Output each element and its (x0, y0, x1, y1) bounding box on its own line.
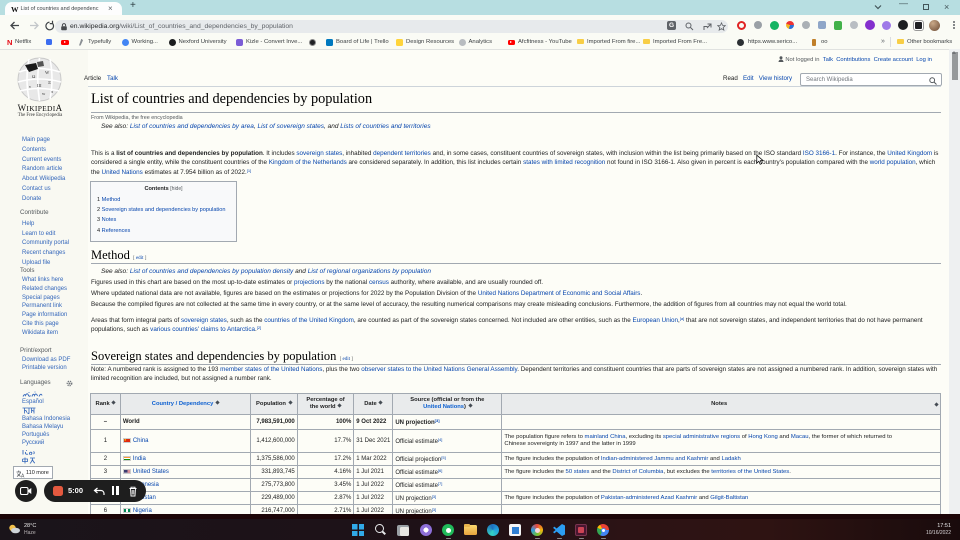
svg-text:Ξ: Ξ (48, 80, 51, 85)
svg-text:э: э (51, 89, 53, 94)
svg-text:A: A (21, 473, 25, 478)
svg-text:ν: ν (29, 84, 31, 89)
svg-text:Ш: Ш (37, 83, 42, 88)
svg-text:ω: ω (27, 66, 30, 71)
